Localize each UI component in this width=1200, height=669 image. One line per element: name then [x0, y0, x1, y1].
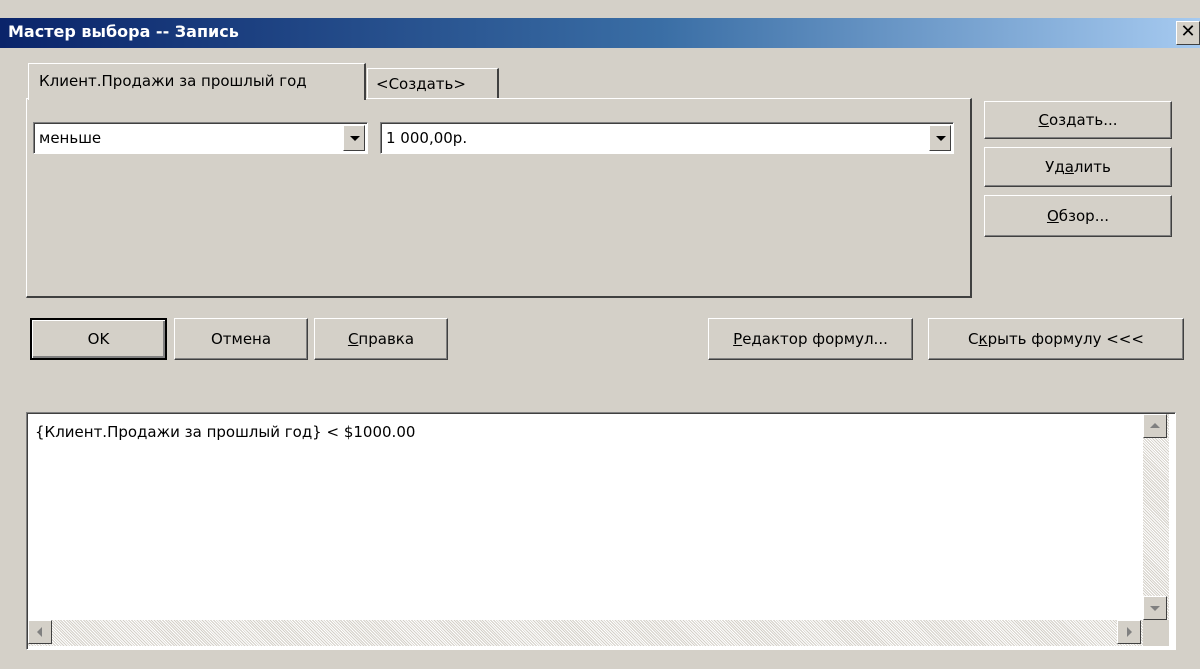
hide-formula-label-pre: С — [968, 330, 979, 348]
tab-sales-last-year[interactable]: Клиент.Продажи за прошлый год — [28, 63, 366, 100]
value-text: 1 000,00р. — [386, 129, 468, 147]
scroll-down-icon[interactable] — [1143, 596, 1167, 620]
help-button[interactable]: Справка — [314, 318, 448, 360]
scroll-up-icon[interactable] — [1143, 414, 1167, 438]
delete-label-post: лить — [1073, 158, 1111, 176]
browse-label-post: бзор... — [1058, 207, 1110, 225]
delete-button[interactable]: Удалить — [984, 147, 1172, 187]
cancel-button[interactable]: Отмена — [174, 318, 308, 360]
formula-editor-button[interactable]: Редактор формул... — [708, 318, 913, 360]
tab-create[interactable]: <Создать> — [367, 68, 499, 100]
scroll-right-icon[interactable] — [1117, 620, 1141, 644]
chevron-down-icon[interactable] — [929, 125, 951, 151]
tab-label: <Создать> — [376, 75, 466, 93]
help-hotkey: С — [347, 330, 359, 348]
tab-label: Клиент.Продажи за прошлый год — [39, 72, 307, 90]
operator-value: меньше — [39, 129, 102, 147]
browse-button[interactable]: Обзор... — [984, 195, 1172, 237]
ok-button[interactable]: OK — [30, 318, 167, 360]
formula-textarea[interactable]: {Клиент.Продажи за прошлый год} < $1000.… — [26, 412, 1176, 650]
chevron-down-icon[interactable] — [343, 125, 365, 151]
horizontal-scrollbar[interactable] — [28, 620, 1143, 646]
formula-editor-label-post: едактор формул... — [742, 330, 888, 348]
close-button[interactable]: ✕ — [1176, 21, 1200, 45]
browse-hotkey: О — [1046, 207, 1059, 225]
help-label-post: правка — [358, 330, 415, 348]
hide-formula-label-post: рыть формулу <<< — [987, 330, 1144, 348]
hide-formula-button[interactable]: Скрыть формулу <<< — [928, 318, 1184, 360]
operator-select[interactable]: меньше — [33, 122, 368, 154]
create-button[interactable]: Создать... — [984, 101, 1172, 139]
formula-editor-hotkey: Р — [733, 330, 743, 348]
create-hotkey: С — [1038, 111, 1049, 129]
create-label-post: оздать... — [1048, 111, 1118, 129]
delete-label-pre: Уд — [1045, 158, 1065, 176]
vertical-scrollbar[interactable] — [1143, 414, 1169, 646]
formula-text: {Клиент.Продажи за прошлый год} < $1000.… — [35, 423, 416, 441]
hide-formula-hotkey: к — [978, 330, 988, 348]
value-select[interactable]: 1 000,00р. — [380, 122, 954, 154]
window-title: Мастер выбора -- Запись — [8, 22, 239, 41]
close-icon: ✕ — [1180, 21, 1196, 42]
scroll-left-icon[interactable] — [28, 620, 52, 644]
delete-hotkey: а — [1064, 158, 1074, 176]
scrollbar-corner — [1143, 620, 1169, 646]
